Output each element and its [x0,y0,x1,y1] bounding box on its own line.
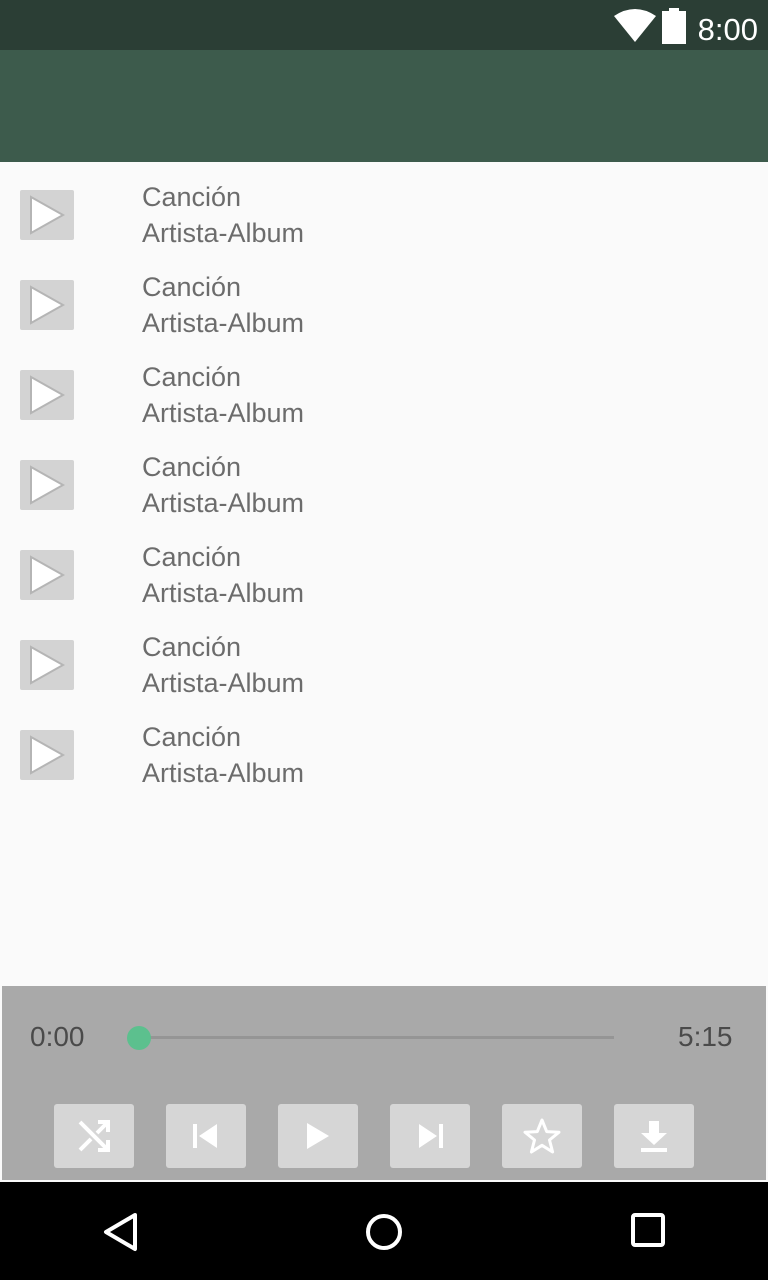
song-title: Canción [142,452,242,482]
wifi-icon [614,8,656,47]
play-icon[interactable] [20,730,74,780]
play-icon[interactable] [20,550,74,600]
song-artist-album: Artista-Album [142,578,305,608]
play-icon[interactable] [20,640,74,690]
star-icon [523,1118,561,1154]
play-icon[interactable] [20,190,74,240]
status-time: 8:00 [697,12,758,47]
shuffle-button[interactable] [54,1104,134,1168]
shuffle-icon [78,1120,110,1152]
song-artist-album: Artista-Album [142,758,305,788]
total-time: 5:15 [678,1021,733,1052]
song-item[interactable]: Canción Artista-Album [0,702,768,792]
back-icon[interactable] [102,1212,138,1257]
app-bar [0,50,768,162]
song-title: Canción [142,632,242,662]
song-artist-album: Artista-Album [142,398,305,428]
battery-icon [662,8,686,49]
player-panel: 0:00 5:15 [2,986,766,1180]
seek-thumb[interactable] [127,1026,151,1050]
song-item[interactable]: Canción Artista-Album [0,612,768,702]
play-icon[interactable] [20,280,74,330]
download-button[interactable] [614,1104,694,1168]
song-item[interactable]: Canción Artista-Album [0,342,768,432]
play-icon[interactable] [20,460,74,510]
skip-next-icon [419,1124,443,1148]
play-button[interactable] [278,1104,358,1168]
song-item[interactable]: Canción Artista-Album [0,252,768,342]
song-title: Canción [142,182,242,212]
song-title: Canción [142,722,242,752]
seek-bar[interactable] [127,1026,614,1050]
song-title: Canción [142,362,242,392]
song-artist-album: Artista-Album [142,668,305,698]
song-artist-album: Artista-Album [142,488,305,518]
song-item[interactable]: Canción Artista-Album [0,432,768,522]
current-time: 0:00 [30,1021,85,1052]
song-title: Canción [142,542,242,572]
recents-icon[interactable] [630,1212,666,1253]
song-list: Canción Artista-Album Canción Artista-Al… [0,162,768,792]
previous-button[interactable] [166,1104,246,1168]
song-item[interactable]: Canción Artista-Album [0,522,768,612]
favorite-button[interactable] [502,1104,582,1168]
next-button[interactable] [390,1104,470,1168]
song-item[interactable]: Canción Artista-Album [0,162,768,252]
download-icon [641,1121,667,1152]
play-icon[interactable] [20,370,74,420]
home-icon[interactable] [364,1212,404,1257]
status-bar: 8:00 [0,0,768,50]
skip-previous-icon [193,1124,217,1148]
navigation-bar [0,1182,768,1280]
song-artist-album: Artista-Album [142,218,305,248]
song-artist-album: Artista-Album [142,308,305,338]
play-icon [307,1123,329,1149]
song-title: Canción [142,272,242,302]
